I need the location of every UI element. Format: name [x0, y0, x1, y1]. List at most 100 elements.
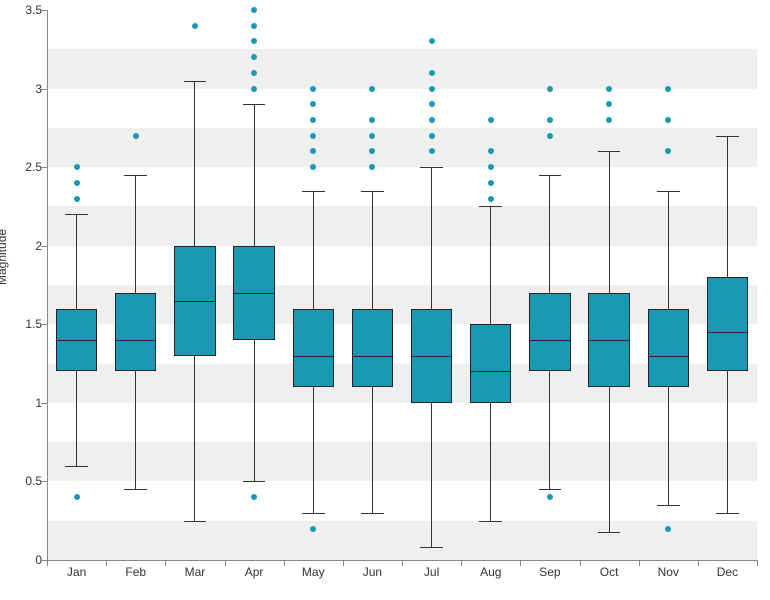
outlier-point: [488, 164, 494, 170]
whisker-cap-top: [302, 191, 325, 192]
x-tick-label: Feb: [125, 565, 146, 579]
outlier-point: [547, 86, 553, 92]
y-axis-line: [47, 10, 48, 560]
median-line: [588, 340, 629, 341]
median-line: [529, 340, 570, 341]
outlier-point: [251, 494, 257, 500]
x-tick-mark: [757, 560, 758, 566]
outlier-point: [429, 38, 435, 44]
x-tick-mark: [106, 560, 107, 566]
y-tick-label: 0: [2, 553, 42, 567]
outlier-point: [310, 101, 316, 107]
outlier-point: [310, 133, 316, 139]
whisker-cap-top: [361, 191, 384, 192]
median-line: [174, 301, 215, 302]
outlier-point: [429, 101, 435, 107]
median-line: [411, 356, 452, 357]
x-tick-mark: [284, 560, 285, 566]
whisker-cap-bottom: [420, 547, 443, 548]
outlier-point: [310, 526, 316, 532]
x-tick-mark: [47, 560, 48, 566]
outlier-point: [665, 148, 671, 154]
median-line: [115, 340, 156, 341]
x-tick-label: Jul: [424, 565, 439, 579]
median-line: [293, 356, 334, 357]
x-tick-mark: [402, 560, 403, 566]
whisker-cap-bottom: [243, 481, 266, 482]
box: [115, 293, 156, 372]
x-tick-mark: [698, 560, 699, 566]
whisker-cap-top: [539, 175, 562, 176]
whisker-cap-top: [657, 191, 680, 192]
outlier-point: [251, 7, 257, 13]
median-line: [707, 332, 748, 333]
outlier-point: [133, 133, 139, 139]
x-tick-label: Dec: [717, 565, 738, 579]
x-tick-mark: [639, 560, 640, 566]
whisker-cap-top: [184, 81, 207, 82]
outlier-point: [251, 86, 257, 92]
whisker-cap-bottom: [361, 513, 384, 514]
grid-band: [47, 521, 757, 560]
y-axis-title: Magnitude: [0, 229, 9, 285]
y-tick-label: 3.5: [2, 3, 42, 17]
x-tick-label: Apr: [245, 565, 264, 579]
outlier-point: [251, 38, 257, 44]
whisker-cap-top: [65, 214, 88, 215]
box: [648, 309, 689, 388]
whisker-cap-bottom: [539, 489, 562, 490]
box: [293, 309, 334, 388]
x-tick-label: Aug: [480, 565, 501, 579]
x-tick-label: Jun: [363, 565, 382, 579]
y-tick-label: 1.5: [2, 317, 42, 331]
box: [529, 293, 570, 372]
whisker-cap-bottom: [124, 489, 147, 490]
outlier-point: [429, 70, 435, 76]
box: [470, 324, 511, 403]
outlier-point: [606, 86, 612, 92]
whisker-cap-bottom: [657, 505, 680, 506]
whisker-cap-bottom: [598, 532, 621, 533]
whisker-cap-bottom: [716, 513, 739, 514]
outlier-point: [547, 133, 553, 139]
y-tick-mark: [41, 403, 47, 404]
y-tick-label: 0.5: [2, 474, 42, 488]
whisker-cap-bottom: [184, 521, 207, 522]
whisker-cap-top: [124, 175, 147, 176]
x-tick-mark: [225, 560, 226, 566]
y-tick-label: 3: [2, 82, 42, 96]
x-tick-label: May: [302, 565, 325, 579]
outlier-point: [192, 23, 198, 29]
whisker-cap-top: [420, 167, 443, 168]
outlier-point: [310, 164, 316, 170]
outlier-point: [310, 148, 316, 154]
grid-band: [47, 128, 757, 167]
outlier-point: [251, 23, 257, 29]
outlier-point: [488, 148, 494, 154]
outlier-point: [606, 117, 612, 123]
outlier-point: [547, 494, 553, 500]
outlier-point: [665, 526, 671, 532]
plot-area: [47, 10, 757, 560]
outlier-point: [74, 494, 80, 500]
x-tick-mark: [461, 560, 462, 566]
y-tick-mark: [41, 89, 47, 90]
outlier-point: [74, 164, 80, 170]
y-tick-mark: [41, 324, 47, 325]
outlier-point: [429, 133, 435, 139]
x-tick-mark: [520, 560, 521, 566]
box-plot-chart: Magnitude 00.511.522.533.5JanFebMarAprMa…: [0, 0, 770, 600]
box: [707, 277, 748, 371]
outlier-point: [429, 86, 435, 92]
outlier-point: [251, 54, 257, 60]
y-tick-mark: [41, 481, 47, 482]
outlier-point: [251, 70, 257, 76]
whisker-cap-bottom: [65, 466, 88, 467]
outlier-point: [369, 86, 375, 92]
x-tick-label: Oct: [600, 565, 619, 579]
whisker-cap-top: [479, 206, 502, 207]
outlier-point: [547, 117, 553, 123]
outlier-point: [369, 164, 375, 170]
median-line: [352, 356, 393, 357]
box: [352, 309, 393, 388]
